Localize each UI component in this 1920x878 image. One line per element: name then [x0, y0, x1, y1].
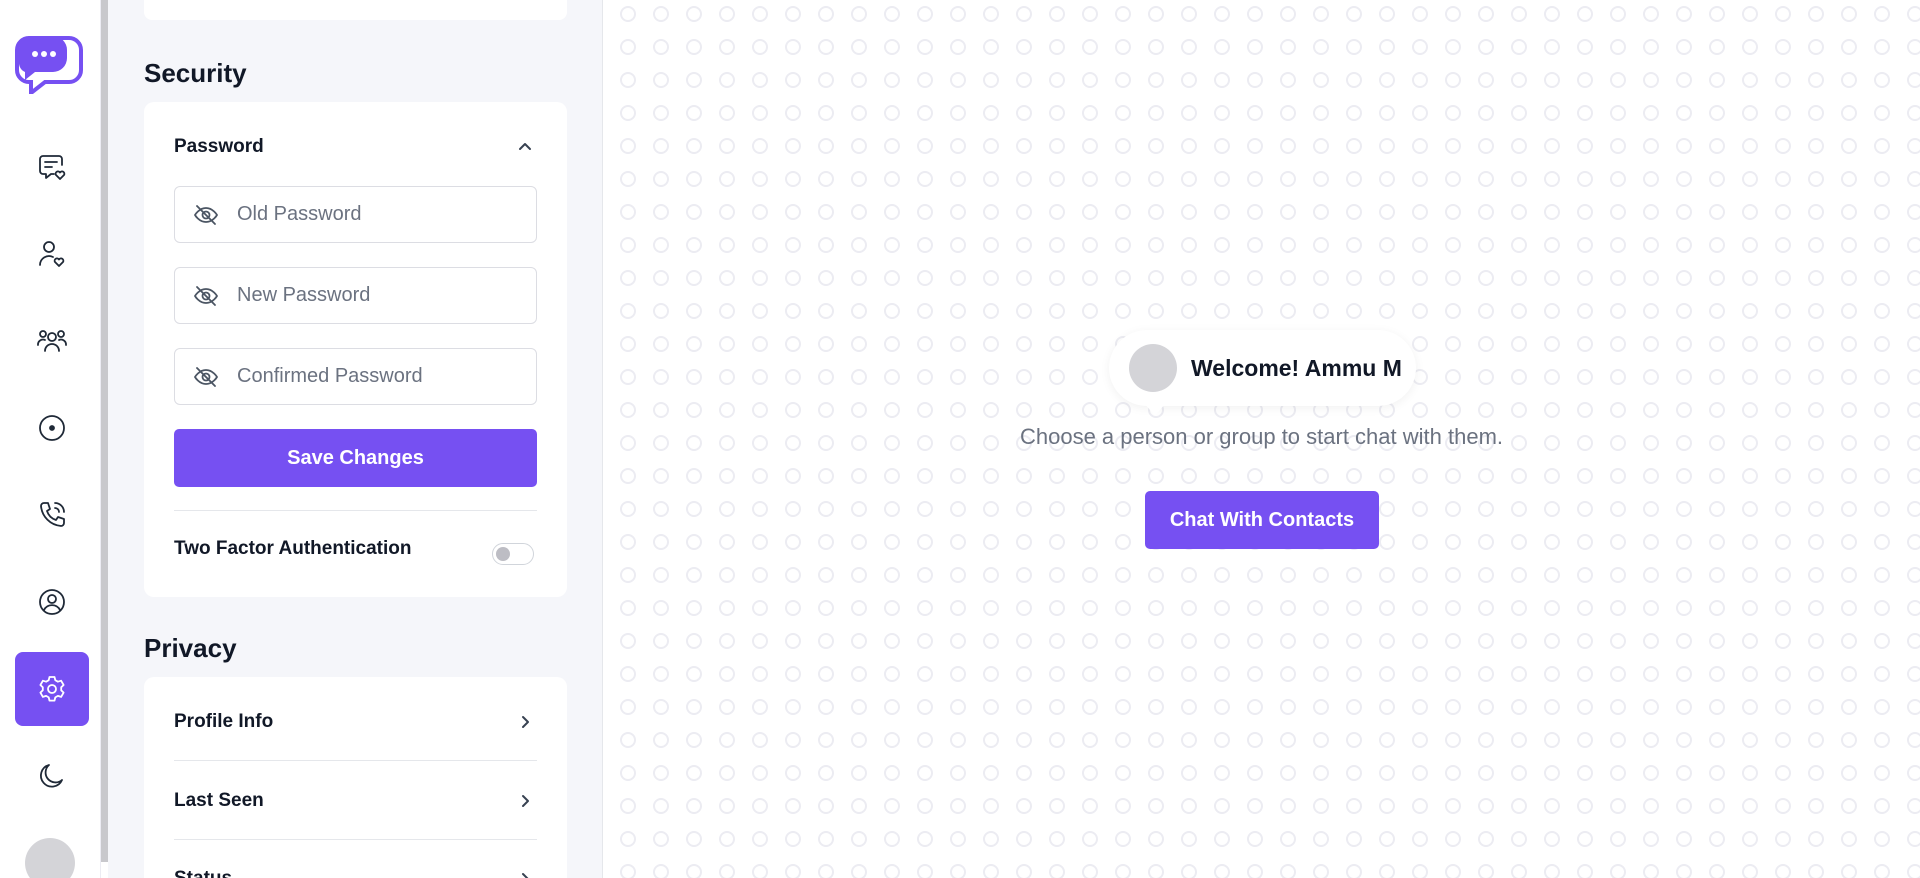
moon-icon: [40, 764, 63, 788]
user-avatar[interactable]: [25, 838, 75, 878]
user-circle-icon: [39, 589, 65, 615]
save-changes-button[interactable]: Save Changes: [174, 429, 537, 487]
toggle-knob: [496, 547, 510, 561]
old-password-input[interactable]: [237, 203, 517, 226]
eye-off-icon[interactable]: [175, 349, 237, 404]
divider: [174, 760, 537, 761]
chevron-up-icon: [519, 143, 531, 150]
confirm-password-field: [174, 348, 537, 405]
nav-contacts[interactable]: [15, 217, 89, 291]
phone-call-icon: [40, 502, 65, 527]
nav-settings[interactable]: [15, 652, 89, 726]
privacy-item-label: Profile Info: [174, 711, 274, 732]
welcome-greeting: Welcome! Ammu M: [1191, 354, 1402, 381]
welcome-subtitle: Choose a person or group to start chat w…: [1019, 424, 1504, 449]
chat-heart-icon: [39, 155, 66, 180]
nav-profile[interactable]: [15, 565, 89, 639]
nav-chats[interactable]: [15, 130, 89, 204]
welcome-avatar: [1129, 344, 1177, 392]
confirm-password-input[interactable]: [237, 365, 517, 388]
two-factor-label: Two Factor Authentication: [174, 538, 412, 559]
old-password-field: [174, 186, 537, 243]
eye-off-icon[interactable]: [175, 268, 237, 323]
privacy-card: Profile Info Last Seen Status: [144, 677, 567, 878]
privacy-item-label: Last Seen: [174, 790, 264, 811]
previous-section-card: [144, 0, 567, 20]
settings-gear-icon: [39, 676, 65, 702]
status-icon: [39, 415, 65, 441]
divider: [174, 510, 537, 511]
privacy-item-label: Status: [174, 868, 232, 878]
chevron-right-icon: [516, 792, 534, 810]
group-icon: [37, 330, 67, 352]
nav-status[interactable]: [15, 391, 89, 465]
chevron-right-icon: [516, 870, 534, 878]
password-collapse-toggle[interactable]: [516, 138, 534, 156]
security-card: Password Save Changes Two Factor Authent…: [144, 102, 567, 597]
new-password-field: [174, 267, 537, 324]
nav-rail: [0, 0, 101, 878]
new-password-input[interactable]: [237, 284, 517, 307]
user-heart-icon: [39, 241, 65, 267]
rail-scrollbar[interactable]: [101, 0, 108, 862]
settings-panel: Security Password Save Changes Two Facto…: [108, 0, 603, 878]
chevron-right-icon: [516, 713, 534, 731]
nav-dark-mode[interactable]: [15, 739, 89, 813]
nav-calls[interactable]: [15, 478, 89, 552]
password-heading[interactable]: Password: [174, 136, 264, 158]
privacy-title: Privacy: [144, 633, 237, 663]
security-title: Security: [144, 58, 247, 88]
welcome-bubble: Welcome! Ammu M: [1109, 330, 1416, 416]
eye-off-icon[interactable]: [175, 187, 237, 242]
two-factor-toggle[interactable]: [492, 543, 534, 565]
nav-groups[interactable]: [15, 304, 89, 378]
app-logo[interactable]: [15, 28, 85, 94]
chat-welcome-area: Welcome! Ammu M Choose a person or group…: [603, 0, 1920, 878]
divider: [174, 839, 537, 840]
chat-with-contacts-button[interactable]: Chat With Contacts: [1145, 491, 1379, 549]
